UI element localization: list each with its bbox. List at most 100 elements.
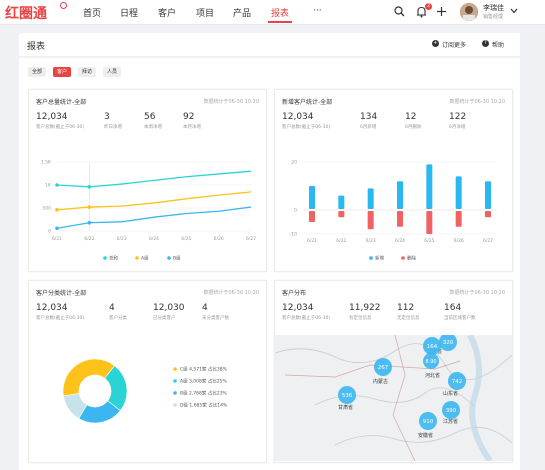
card-customer-map: 客户分布 数据统计于06-30 10:20 12,034 客户总数(截止于06-3… [274,280,513,463]
legend-label: 总和 [109,255,118,262]
y-tick-label: 1.5K [41,160,52,166]
card-timestamp: 数据统计于06-30 10:20 [449,290,505,296]
data-point [55,183,59,187]
bar-added [397,181,403,209]
user-name[interactable]: 李瑞佳 [483,3,504,13]
map-bubble[interactable]: 8.90 [423,353,439,369]
legend-marker [103,256,107,260]
map-bubble[interactable]: 536 [338,386,356,404]
nav-product[interactable]: 产品 [233,6,251,19]
y-tick-label: 0 [294,208,297,214]
svg-text:267: 267 [378,365,389,371]
legend-marker [369,256,373,260]
top-nav: 红圈通 首页 日程 客户 项目 产品 报表 ··· 2 李瑞佳 销售经理 [0,0,545,25]
x-tick-label: 6/24 [395,238,405,244]
bar-chart: 20 0 -10 6/21 6/22 6/23 6/24 6/25 6/26 6/27 新增 删除 [290,160,497,262]
stat-region: 164 当前区域客户数 [444,303,476,321]
map-bubble[interactable]: 390 [442,401,460,419]
legend-label: A级 3,008家 占比25% [180,378,228,385]
legend-label: B级 [173,255,181,262]
legend-marker [173,403,177,407]
nav-customer[interactable]: 客户 [158,6,176,19]
bar-added [455,176,462,209]
card-title: 客户分布 [282,290,307,297]
line-chart: 0 500 1K 1.5K 6/21 6/22 6/23 6/24 6/25 6/26 6/27 总和… [41,160,256,262]
map-label-jiangsu: 江苏省 [443,418,458,425]
chevron-down-icon[interactable] [510,8,518,14]
svg-text:320: 320 [443,340,454,346]
y-tick-label: 0 [48,229,51,235]
x-tick-label: 6/26 [214,236,224,242]
data-point [55,226,59,231]
china-map[interactable]: 辽宁省 内蒙古 河北省 山东省 甘肃省 江苏省 安徽省 164 320 8.90… [275,335,512,461]
nav-home[interactable]: 首页 [83,6,101,19]
filter-all[interactable]: 全部 [28,67,47,77]
svg-text:164: 164 [427,344,438,350]
filter-visit[interactable]: 拜访 [78,67,97,77]
legend-marker [135,256,139,260]
card-new-customers: 新增客户统计-全部 数据统计于06-30 10:20 12,034 客户总数(截止… [274,89,513,272]
stat-located: 11,922 有定位信息 [349,303,381,321]
bar-added [367,188,374,209]
nav-more[interactable]: ··· [313,6,322,16]
x-tick-label: 6/21 [52,236,62,242]
stat-unlocated: 112 无定位信息 [397,303,420,321]
y-tick-label: 20 [291,160,297,166]
card-customer-total: 客户总量统计-全部 数据统计于06-30 10:20 12,034 客户总数(截止… [28,89,267,272]
y-tick-label: -10 [290,232,297,238]
user-avatar[interactable] [460,3,478,21]
map-label-shandong: 山东省 [443,390,458,397]
logo-mark [60,2,67,9]
card-customer-category: 客户分类统计-全部 数据统计于06-30 10:20 12,034 客户总数(截止… [28,280,267,463]
nav-project[interactable]: 项目 [196,6,214,19]
data-point [55,208,59,212]
help-icon[interactable]: ? [482,40,489,47]
x-tick-label: 6/27 [246,236,256,242]
legend-label: D级 1,685家 占比14% [180,402,228,409]
nav-schedule[interactable]: 日程 [120,6,138,19]
help-button[interactable]: 帮助 [492,40,504,49]
plus-circle-icon[interactable]: + [432,40,439,47]
x-tick-label: 6/25 [424,238,434,244]
filter-customer[interactable]: 客户 [53,67,72,77]
nav-active-indicator [268,21,292,23]
search-icon[interactable] [394,6,405,17]
map-bubble[interactable]: 910 [419,412,437,430]
svg-text:742: 742 [452,379,463,385]
legend-label: 删除 [407,255,416,262]
bar-added [426,164,433,209]
map-bubble[interactable]: 742 [448,372,466,390]
page-header: 报表 + 订阅更多 ? 帮助 [19,33,520,56]
report-main: 全部 客户 拜访 人员 客户总量统计-全部 数据统计于06-30 10:20 1… [19,58,520,470]
filter-staff[interactable]: 人员 [103,67,122,77]
bar-deleted [338,211,345,218]
bar-deleted [426,211,433,234]
notification-badge: 2 [425,3,432,10]
user-role: 销售经理 [483,14,504,20]
legend-marker [401,256,405,260]
bar-added [309,186,315,209]
legend-label: C级 4,571家 占比38% [180,366,228,373]
y-tick-label: 1K [45,183,52,189]
legend-label: 新增 [375,255,384,262]
x-tick-label: 6/26 [454,238,464,244]
app-logo[interactable]: 红圈通 [5,3,47,23]
y-tick-label: 500 [42,206,51,212]
map-label-inner-mongolia: 内蒙古 [373,378,388,385]
legend-label: A级 [141,255,149,262]
map-label-gansu: 甘肃省 [338,404,353,411]
subscribe-button[interactable]: 订阅更多 [442,40,466,49]
x-tick-label: 6/22 [336,238,346,244]
nav-report[interactable]: 报表 [271,6,289,19]
bar-deleted [455,211,462,227]
map-bubble[interactable]: 267 [374,358,392,376]
plus-icon[interactable] [436,6,447,17]
bar-deleted [367,211,374,230]
x-tick-label: 6/22 [84,236,94,242]
legend-marker [167,256,171,260]
data-point [87,185,92,189]
map-label-hebei: 河北省 [425,372,440,379]
data-point [87,205,92,209]
map-bubble[interactable]: 164 [423,337,441,355]
bar-deleted [309,211,315,222]
